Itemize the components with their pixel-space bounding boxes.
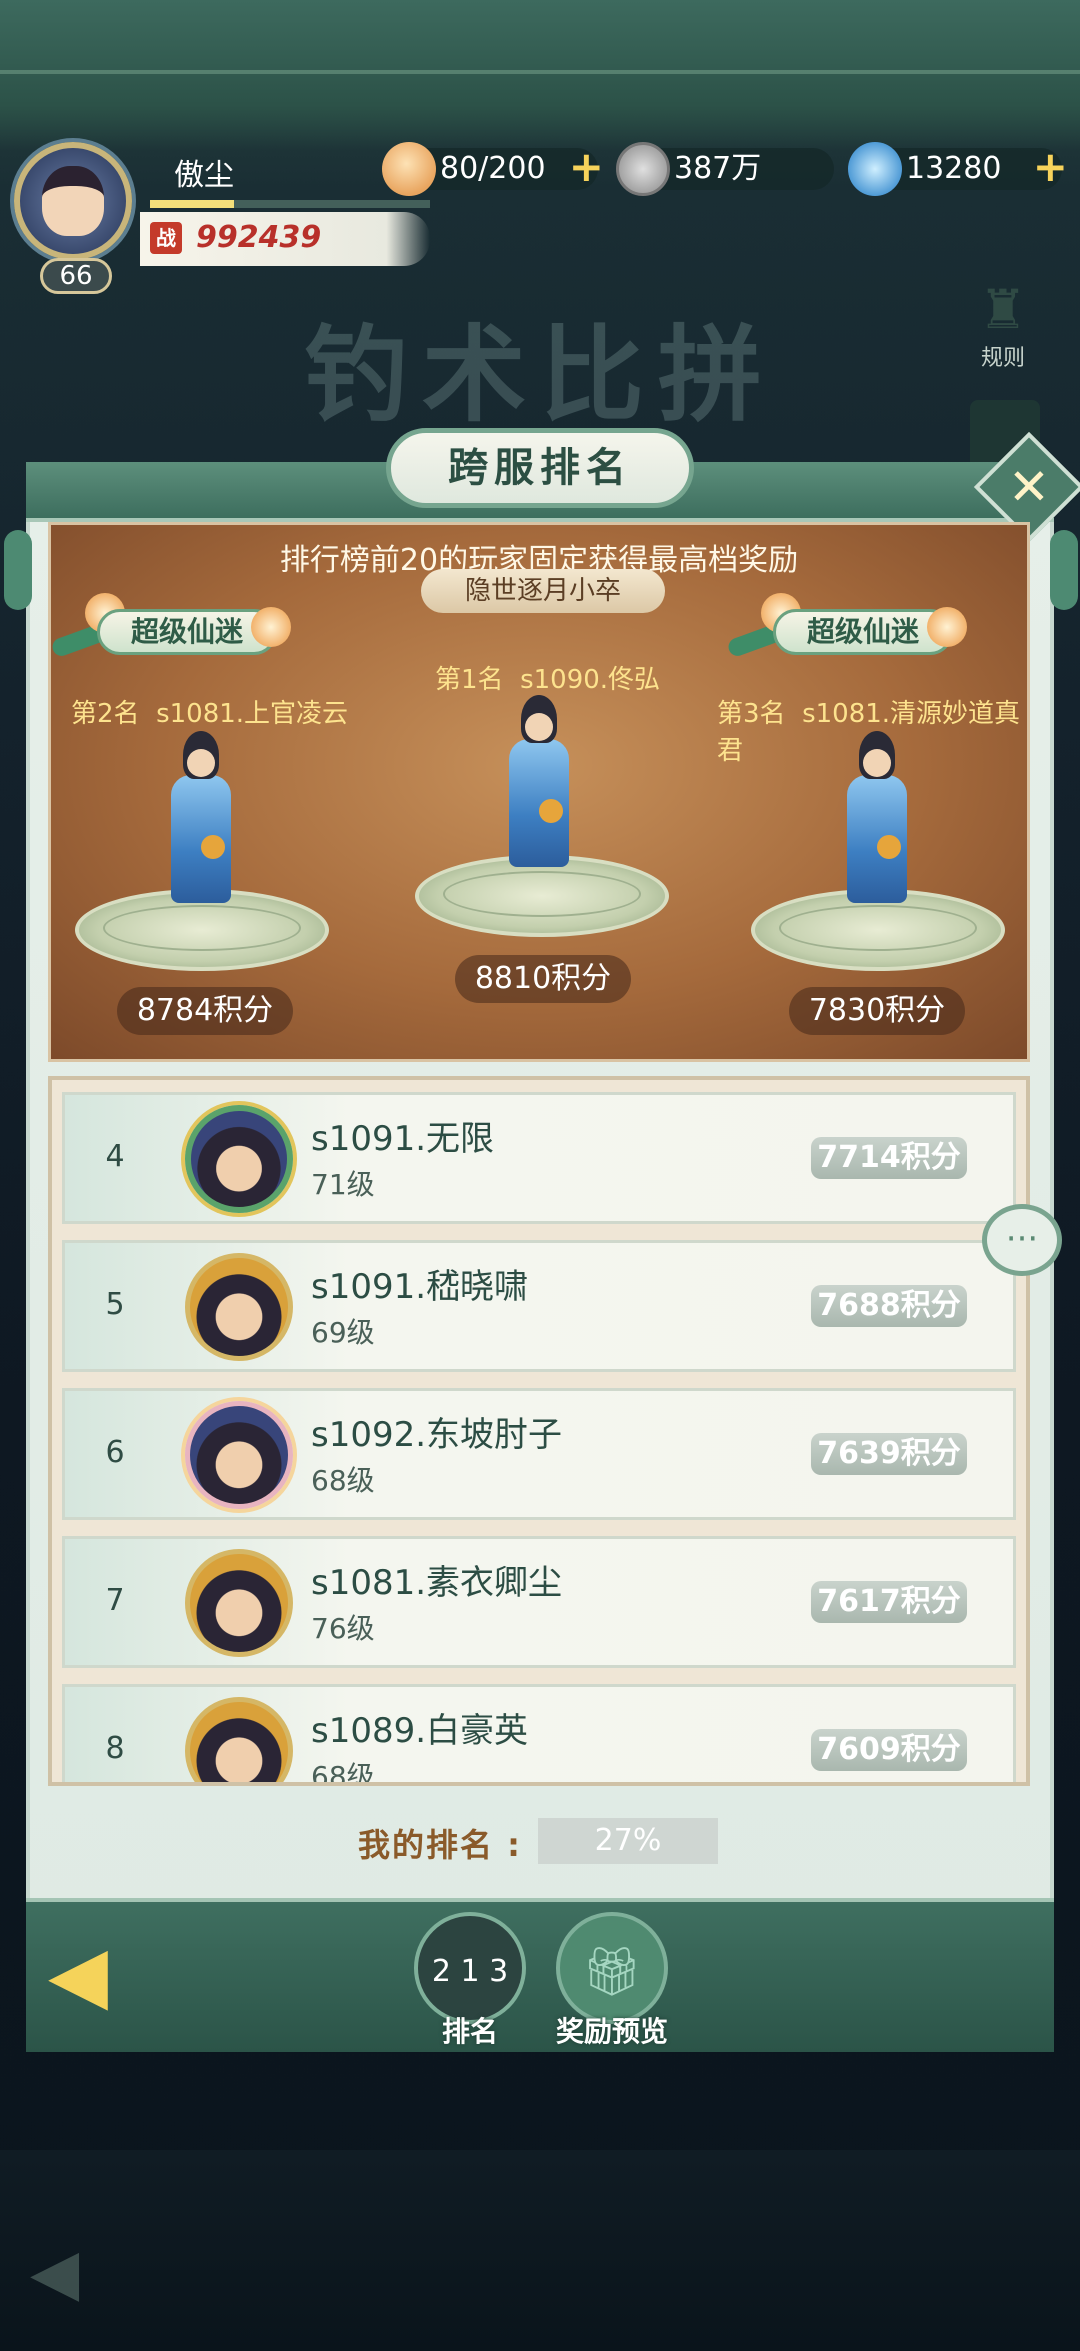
rank-number: 7 — [105, 1583, 125, 1618]
player-level: 68级 — [311, 1760, 375, 1786]
player-name: s1089.白豪英 — [311, 1711, 529, 1751]
exp-fill — [150, 200, 234, 208]
tab-reward-label: 奖励预览 — [556, 2015, 669, 2048]
resource-stamina: 80/200 + — [382, 142, 604, 196]
back-arrow-icon: ◀ — [48, 1930, 108, 2020]
coin-icon — [616, 142, 670, 196]
player-name: s1081.素衣卿尘 — [311, 1563, 563, 1603]
player-name: s1091.无限 — [311, 1119, 495, 1159]
combat-icon: 战 — [150, 222, 182, 254]
right-tassel — [1050, 530, 1078, 610]
add-gem-button[interactable]: + — [1033, 146, 1068, 188]
bottom-bar — [26, 1898, 1054, 2052]
ranking-row[interactable]: 5 s1091.嵇晓啸 69级 7688积分 — [62, 1240, 1016, 1372]
player-level: 69级 — [311, 1316, 375, 1349]
ranking-row[interactable]: 6 s1092.东坡肘子 68级 7639积分 — [62, 1388, 1016, 1520]
page-title: 钓术比拼 — [303, 313, 776, 436]
player-level: 71级 — [311, 1168, 375, 1201]
my-rank-label: 我的排名 : — [358, 1826, 522, 1864]
bun-icon — [382, 142, 436, 196]
resource-coin: 387万 — [616, 142, 834, 196]
player-avatar[interactable] — [185, 1253, 293, 1361]
rules-label: 规则 — [980, 346, 1025, 371]
player-figure[interactable] — [489, 695, 589, 885]
tab-ranking[interactable]: 2 1 3 排名 — [414, 1912, 526, 2048]
ranking-row[interactable]: 7 s1081.素衣卿尘 76级 7617积分 — [62, 1536, 1016, 1668]
player-score: 7639积分 — [811, 1433, 967, 1475]
chat-button[interactable]: ··· — [982, 1204, 1062, 1276]
coin-value: 387万 — [674, 151, 762, 186]
tab-reward-preview[interactable]: 🎁︎ 奖励预览 — [556, 1912, 668, 2048]
player-name: s1081.上官凌云 — [156, 699, 349, 729]
rank-number: 6 — [105, 1435, 125, 1470]
player-avatar[interactable] — [185, 1697, 293, 1782]
podium-second-rank: 第2名 s1081.上官凌云 — [71, 693, 348, 730]
rank-text: 第2名 — [71, 699, 140, 729]
podium-second-score: 8784积分 — [117, 987, 293, 1035]
player-avatar[interactable] — [185, 1549, 293, 1657]
player-score: 7617积分 — [811, 1581, 967, 1623]
badge-label: 超级仙迷 — [773, 609, 953, 655]
player-figure[interactable] — [827, 731, 927, 921]
resource-gem: 13280 + — [848, 142, 1068, 196]
podium-area: 排行榜前20的玩家固定获得最高档奖励 隐世逐月小卒 超级仙迷 超级仙迷 第2名 … — [48, 522, 1030, 1062]
back-button[interactable]: ◀ — [48, 1936, 148, 2014]
top-decoration — [0, 0, 1080, 150]
rank-number: 5 — [105, 1287, 125, 1322]
player-score: 7609积分 — [811, 1729, 967, 1771]
podium-first-score: 8810积分 — [455, 955, 631, 1003]
podium-first-rank: 第1名 s1090.佟弘 — [435, 659, 660, 696]
rank-text: 第3名 — [717, 699, 786, 729]
close-icon: ✕ — [1008, 458, 1050, 516]
rank-text: 第1名 — [435, 665, 504, 695]
super-fan-badge-right: 超级仙迷 — [726, 585, 981, 665]
combat-power: 战 992439 — [140, 212, 430, 266]
player-figure[interactable] — [151, 731, 251, 921]
player-name: s1090.佟弘 — [520, 665, 661, 695]
rules-icon: ♜ — [978, 278, 1028, 341]
gift-icon: 🎁︎ — [556, 1912, 668, 2024]
tab-ranking-label: 排名 — [441, 2015, 498, 2048]
panel-title: 跨服排名 — [386, 428, 694, 508]
podium-icon: 2 1 3 — [414, 1912, 526, 2024]
badge-label: 超级仙迷 — [97, 609, 277, 655]
player-avatar[interactable] — [185, 1105, 293, 1213]
exp-bar — [150, 200, 430, 208]
my-rank-value: 27% — [538, 1818, 718, 1864]
gem-icon — [848, 142, 902, 196]
super-fan-badge-left: 超级仙迷 — [50, 585, 305, 665]
left-tassel — [4, 530, 32, 610]
add-stamina-button[interactable]: + — [569, 146, 604, 188]
player-avatar[interactable] — [14, 142, 132, 260]
player-score: 7688积分 — [811, 1285, 967, 1327]
player-level: 68级 — [311, 1464, 375, 1497]
rank-number: 4 — [105, 1139, 125, 1174]
ranking-list[interactable]: 4 s1091.无限 71级 7714积分 5 s1091.嵇晓啸 69级 76… — [48, 1076, 1030, 1786]
ranking-row[interactable]: 4 s1091.无限 71级 7714积分 — [62, 1092, 1016, 1224]
flower-icon — [251, 607, 291, 647]
flower-icon — [927, 607, 967, 647]
player-level: 76级 — [311, 1612, 375, 1645]
avatar-face — [42, 166, 104, 236]
rules-button[interactable]: ♜ 规则 — [960, 280, 1046, 376]
gem-value: 13280 — [906, 151, 1002, 186]
ranking-row[interactable]: 8 s1089.白豪英 68级 7609积分 — [62, 1684, 1016, 1786]
combat-power-value: 992439 — [196, 220, 322, 255]
player-level-badge: 66 — [40, 258, 112, 294]
player-avatar[interactable] — [185, 1401, 293, 1509]
decorative-arrow-icon: ◀ — [30, 2236, 80, 2310]
chat-bubble-icon: ··· — [1005, 1219, 1039, 1259]
bottom-decoration — [0, 2150, 1080, 2351]
podium-third-score: 7830积分 — [789, 987, 965, 1035]
player-name: s1092.东坡肘子 — [311, 1415, 563, 1455]
player-name: s1091.嵇晓啸 — [311, 1267, 529, 1307]
player-name: 傲尘 — [174, 158, 234, 193]
reward-title-badge: 隐世逐月小卒 — [421, 569, 665, 613]
stamina-value: 80/200 — [440, 151, 546, 186]
rank-number: 8 — [105, 1731, 125, 1766]
player-score: 7714积分 — [811, 1137, 967, 1179]
